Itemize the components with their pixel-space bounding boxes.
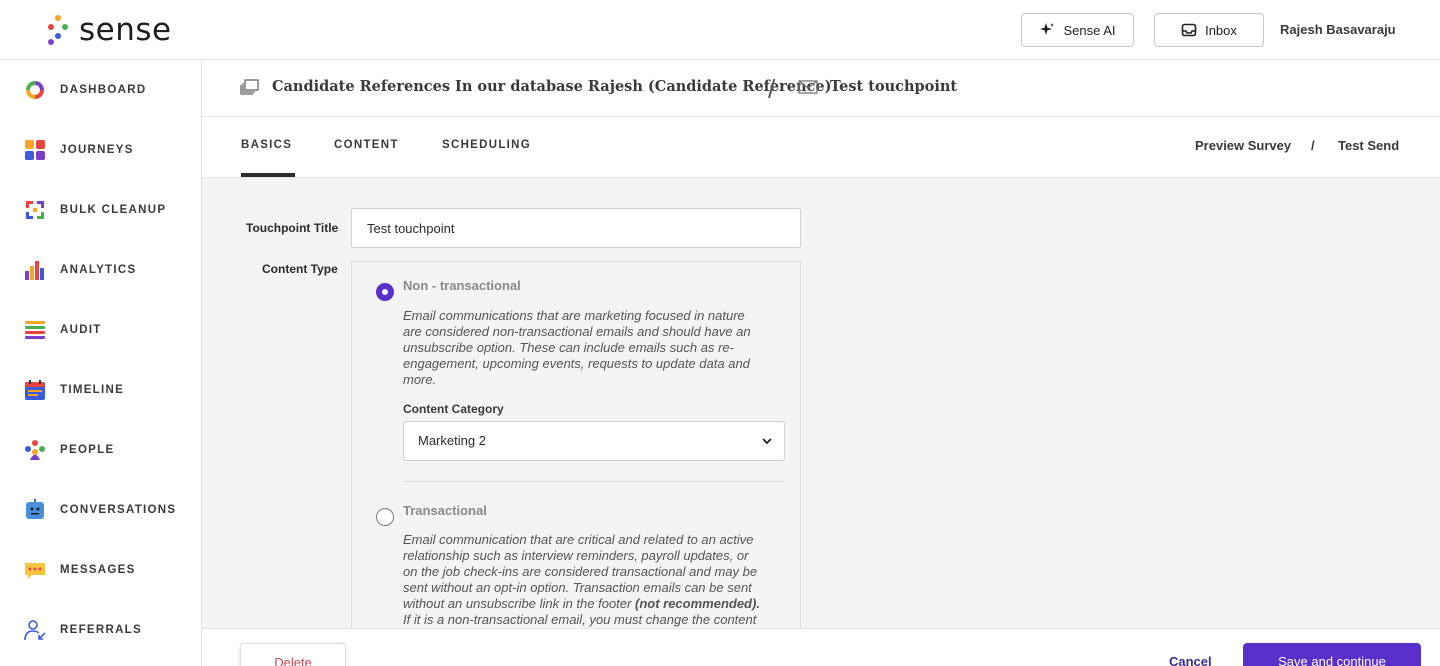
description-line: without an unsubscribe link in the foote… — [403, 596, 760, 612]
messages-icon — [25, 563, 45, 579]
sidebar-item-bulk-cleanup[interactable]: BULK CLEANUP — [0, 180, 201, 240]
description-line: on the job check-ins are considered tran… — [403, 564, 758, 579]
sidebar-item-label: ANALYTICS — [60, 264, 137, 276]
inbox-icon — [1181, 23, 1197, 37]
conversations-icon — [26, 499, 44, 519]
transactional-description: Email communication that are critical an… — [403, 532, 760, 628]
sidebar-item-label: TIMELINE — [60, 384, 125, 396]
tab-scheduling[interactable]: SCHEDULING — [442, 139, 531, 151]
dashboard-icon — [26, 81, 44, 99]
journey-copy-icon — [240, 78, 259, 95]
tab-basics[interactable]: BASICS — [241, 139, 292, 151]
description-line: Email communications that are marketing … — [403, 308, 745, 323]
touchpoint-title-input[interactable] — [351, 208, 801, 248]
content-category-select[interactable]: Marketing 2 — [403, 421, 785, 461]
non-transactional-title: Non - transactional — [403, 278, 521, 293]
sidebar-item-label: CONVERSATIONS — [60, 504, 177, 516]
logo-dots-icon — [47, 13, 71, 47]
sidebar-item-conversations[interactable]: CONVERSATIONS — [0, 480, 201, 540]
description-text: without an unsubscribe link in the foote… — [403, 596, 632, 611]
sidebar-item-referrals[interactable]: REFERRALS — [0, 600, 201, 660]
content-category-value: Marketing 2 — [418, 433, 486, 448]
description-line: are considered non-transactional emails … — [403, 324, 751, 339]
analytics-icon — [25, 261, 44, 280]
transactional-radio[interactable] — [376, 508, 394, 526]
description-line: engagement, upcoming events, requests to… — [403, 356, 750, 371]
breadcrumb-touchpoint-label: Test touchpoint — [830, 78, 958, 95]
cancel-button[interactable]: Cancel — [1169, 654, 1212, 666]
main-content: Touchpoint Title Content Type Non - tran… — [202, 178, 1440, 641]
timeline-icon — [25, 380, 45, 400]
content-type-label: Content Type — [262, 262, 338, 276]
sidebar-item-label: PEOPLE — [60, 444, 115, 456]
sidebar-item-audit[interactable]: AUDIT — [0, 300, 201, 360]
audit-icon — [25, 321, 45, 339]
content-type-group: Non - transactional Email communications… — [351, 261, 801, 641]
description-line: unsubscribe option. These can include em… — [403, 340, 734, 355]
sense-ai-button[interactable]: Sense AI — [1021, 13, 1134, 47]
sidebar-item-journeys[interactable]: JOURNEYS — [0, 120, 201, 180]
people-icon — [25, 440, 45, 460]
breadcrumb-touchpoint: Test touchpoint — [798, 78, 957, 95]
test-send-link[interactable]: Test Send — [1338, 138, 1399, 153]
description-line: more. — [403, 372, 437, 387]
user-menu[interactable]: Rajesh Basavaraju — [1280, 22, 1396, 37]
sidebar-item-dashboard[interactable]: DASHBOARD — [0, 60, 201, 120]
tab-content[interactable]: CONTENT — [334, 139, 399, 151]
referrals-icon — [24, 620, 46, 641]
tabs-separator: / — [1311, 138, 1315, 153]
envelope-icon — [798, 79, 818, 94]
preview-survey-link[interactable]: Preview Survey — [1195, 138, 1291, 153]
top-bar: sense Sense AI Inbox Rajesh Basavaraju — [0, 0, 1440, 60]
inbox-label: Inbox — [1205, 22, 1237, 38]
tab-bar: BASICS CONTENT SCHEDULING Preview Survey… — [202, 117, 1440, 178]
journeys-icon — [25, 140, 45, 160]
content-category-label: Content Category — [403, 402, 504, 416]
sidebar-item-label: JOURNEYS — [60, 144, 134, 156]
breadcrumb-journey[interactable]: Candidate References In our database Raj… — [240, 78, 831, 95]
option-divider — [403, 481, 785, 482]
sparkle-icon — [1040, 23, 1055, 35]
delete-button[interactable]: Delete — [240, 643, 346, 666]
description-line: Email communication that are critical an… — [403, 532, 754, 547]
description-line: relationship such as interview reminders… — [403, 548, 749, 563]
sidebar-item-people[interactable]: PEOPLE — [0, 420, 201, 480]
sidebar-item-analytics[interactable]: ANALYTICS — [0, 240, 201, 300]
sense-logo[interactable]: sense — [47, 12, 172, 48]
description-line: If it is a non-transactional email, you … — [403, 612, 757, 627]
sidebar-item-label: BULK CLEANUP — [60, 204, 167, 216]
logo-text: sense — [79, 12, 172, 48]
sidebar-item-label: DASHBOARD — [60, 84, 147, 96]
sidebar-item-messages[interactable]: MESSAGES — [0, 540, 201, 600]
footer-actions: Delete Cancel Save and continue — [202, 628, 1440, 666]
description-line: sent without an opt-in option. Transacti… — [403, 580, 752, 595]
sidebar-item-label: AUDIT — [60, 324, 102, 336]
not-recommended-text: (not recommended). — [634, 596, 760, 611]
sidebar: DASHBOARD JOURNEYS BULK CLEANUP ANALYTIC… — [0, 60, 202, 666]
breadcrumb-separator: / — [768, 74, 776, 104]
save-and-continue-button[interactable]: Save and continue — [1243, 643, 1421, 666]
non-transactional-description: Email communications that are marketing … — [403, 308, 751, 388]
sidebar-item-label: MESSAGES — [60, 564, 136, 576]
inbox-button[interactable]: Inbox — [1154, 13, 1264, 47]
active-tab-indicator — [241, 173, 295, 177]
sidebar-item-timeline[interactable]: TIMELINE — [0, 360, 201, 420]
sense-ai-label: Sense AI — [1063, 22, 1116, 38]
transactional-title: Transactional — [403, 503, 487, 518]
chevron-down-icon — [762, 438, 772, 445]
bulk-cleanup-icon — [26, 201, 44, 219]
breadcrumb-journey-label: Candidate References In our database Raj… — [272, 78, 832, 95]
sidebar-item-label: REFERRALS — [60, 624, 142, 636]
breadcrumb: Candidate References In our database Raj… — [202, 60, 1440, 117]
touchpoint-title-label: Touchpoint Title — [246, 221, 339, 235]
non-transactional-radio[interactable] — [376, 283, 394, 301]
